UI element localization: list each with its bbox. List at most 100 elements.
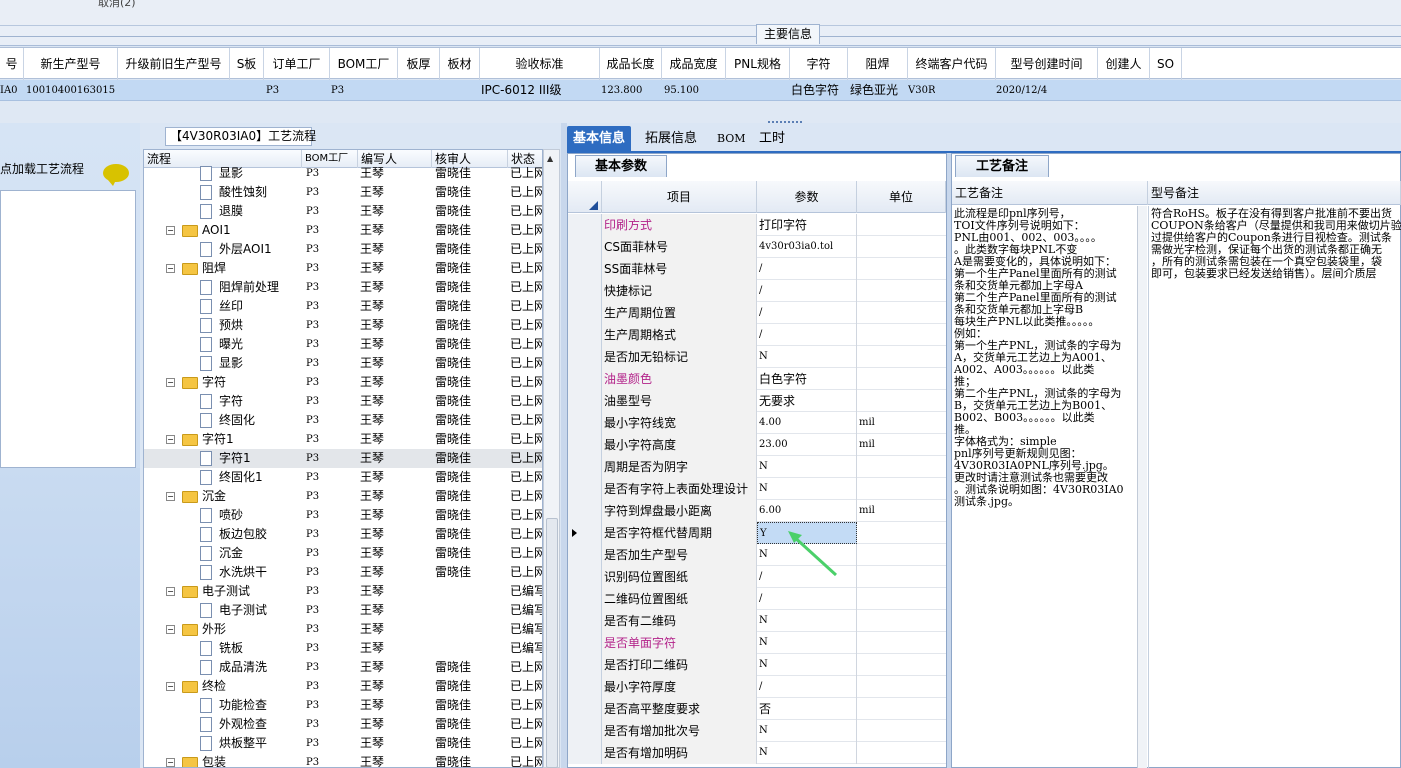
flow-row[interactable]: 铣板 P3 王琴 已编写 — [144, 639, 542, 658]
param-row[interactable]: 是否加生产型号 N — [568, 544, 946, 566]
row-selector[interactable] — [568, 302, 602, 324]
cancel-label[interactable]: 取消(2) — [98, 0, 136, 10]
main-col-header[interactable]: S板 — [230, 48, 264, 80]
main-info-grid-row[interactable]: IA0 10010400163015 P3 P3 IPC-6012 III级 123.80… — [0, 80, 1401, 101]
flow-row[interactable]: − 电子测试 P3 王琴 已编写 — [144, 582, 542, 601]
collapse-icon[interactable]: − — [166, 587, 175, 596]
param-value[interactable]: 打印字符 — [757, 214, 857, 236]
param-value[interactable]: / — [757, 280, 857, 302]
param-row[interactable]: 是否有字符上表面处理设计 N — [568, 478, 946, 500]
main-col-header[interactable]: 型号创建时间 — [996, 48, 1098, 80]
param-value[interactable]: / — [757, 588, 857, 610]
flow-row[interactable]: − 字符1 P3 王琴 雷晓佳 已上网 — [144, 430, 542, 449]
param-row[interactable]: 二维码位置图纸 / — [568, 588, 946, 610]
param-row[interactable]: 是否有增加明码 N — [568, 742, 946, 764]
param-value[interactable]: / — [757, 258, 857, 280]
notes-col-header[interactable]: 工艺备注 — [952, 181, 1148, 205]
flow-scrollbar[interactable]: ▲ — [543, 149, 560, 768]
param-value[interactable]: 无要求 — [757, 390, 857, 412]
param-row[interactable]: 识别码位置图纸 / — [568, 566, 946, 588]
param-row[interactable]: 快捷标记 / — [568, 280, 946, 302]
param-row[interactable]: CS面菲林号 4v30r03ia0.tol — [568, 236, 946, 258]
main-col-header[interactable]: 新生产型号 — [24, 48, 118, 80]
main-col-header[interactable]: 成品长度 — [600, 48, 662, 80]
left-list-area[interactable] — [0, 190, 136, 468]
param-value[interactable]: / — [757, 302, 857, 324]
main-col-header[interactable]: 板材 — [440, 48, 480, 80]
flow-row[interactable]: 字符1 P3 王琴 雷晓佳 已上网 — [144, 449, 542, 468]
row-selector[interactable] — [568, 654, 602, 676]
row-selector[interactable] — [568, 346, 602, 368]
flow-row[interactable]: 阻焊前处理 P3 王琴 雷晓佳 已上网 — [144, 278, 542, 297]
scroll-thumb[interactable] — [546, 518, 558, 768]
param-row[interactable]: 周期是否为阴字 N — [568, 456, 946, 478]
process-flow-tree-grid[interactable]: 流程 BOM工厂 编写人 核审人 状态 显影 P3 王琴 雷晓佳 已上网 酸性蚀刻 P3 王琴 雷晓佳已… — [143, 149, 543, 768]
main-col-header[interactable]: 板厚 — [398, 48, 440, 80]
tab-3[interactable]: 工时 — [753, 126, 791, 152]
tab-1[interactable]: 拓展信息 — [639, 126, 703, 152]
param-row[interactable]: 是否字符框代替周期 Y — [568, 522, 946, 544]
param-row[interactable]: 是否高平整度要求否 — [568, 698, 946, 720]
param-value[interactable]: / — [757, 324, 857, 346]
row-selector[interactable] — [568, 214, 602, 236]
param-value[interactable]: 4.00 — [757, 412, 857, 434]
param-col-header[interactable]: 项目 — [602, 181, 757, 213]
param-value[interactable]: 6.00 — [757, 500, 857, 522]
param-row[interactable]: 是否打印二维码 N — [568, 654, 946, 676]
param-row[interactable]: 最小字符厚度 / — [568, 676, 946, 698]
row-selector[interactable] — [568, 610, 602, 632]
main-col-header[interactable]: 号 — [0, 48, 24, 80]
param-value[interactable]: 23.00 — [757, 434, 857, 456]
param-value[interactable]: N — [757, 478, 857, 500]
flow-row[interactable]: − AOI1 P3 王琴 雷晓佳 已上网 — [144, 221, 542, 240]
flow-row[interactable]: − 外形 P3 王琴 已编写 — [144, 620, 542, 639]
param-row[interactable]: 是否有二维码 N — [568, 610, 946, 632]
param-value[interactable]: N — [757, 610, 857, 632]
main-col-header[interactable]: 成品宽度 — [662, 48, 726, 80]
row-selector[interactable] — [568, 478, 602, 500]
notes-col-header[interactable]: 型号备注 — [1148, 181, 1401, 205]
param-row[interactable]: 印刷方式 打印字符 — [568, 214, 946, 236]
collapse-icon[interactable]: − — [166, 492, 175, 501]
row-selector[interactable] — [568, 456, 602, 478]
flow-row[interactable]: 成品清洗 P3 王琴 雷晓佳 已上网 — [144, 658, 542, 677]
flow-row[interactable]: 电子测试 P3 王琴 已编写 — [144, 601, 542, 620]
main-col-header[interactable]: BOM工厂 — [330, 48, 398, 80]
notes-scrollbar[interactable] — [1137, 206, 1147, 768]
main-col-header[interactable]: 验收标准 — [480, 48, 600, 80]
collapse-icon[interactable]: − — [166, 435, 175, 444]
collapse-icon[interactable]: − — [166, 264, 175, 273]
param-row[interactable]: SS面菲林号 / — [568, 258, 946, 280]
row-selector[interactable] — [568, 412, 602, 434]
row-selector[interactable] — [568, 544, 602, 566]
main-col-header[interactable]: 创建人 — [1098, 48, 1150, 80]
grid-corner-icon[interactable] — [568, 181, 602, 213]
row-selector[interactable] — [568, 588, 602, 610]
main-col-header[interactable]: 字符 — [790, 48, 848, 80]
flow-row[interactable]: 水洗烘干 P3 王琴 雷晓佳 已上网 — [144, 563, 542, 582]
param-row[interactable]: 最小字符线宽 4.00 mil — [568, 412, 946, 434]
param-value[interactable]: 否 — [757, 698, 857, 720]
flow-row[interactable]: 沉金 P3 王琴 雷晓佳 已上网 — [144, 544, 542, 563]
load-process-flow-link[interactable]: 点加载工艺流程 — [0, 160, 84, 177]
flow-row[interactable]: 预烘 P3 王琴 雷晓佳 已上网 — [144, 316, 542, 335]
flow-row[interactable]: 曝光 P3 王琴 雷晓佳 已上网 — [144, 335, 542, 354]
param-row[interactable]: 是否单面字符 N — [568, 632, 946, 654]
row-selector[interactable] — [568, 280, 602, 302]
main-col-header[interactable]: 终端客户代码 — [908, 48, 996, 80]
row-selector[interactable] — [568, 368, 602, 390]
row-selector[interactable] — [568, 324, 602, 346]
main-col-header[interactable]: 升级前旧生产型号 — [118, 48, 230, 80]
flow-row[interactable]: 功能检查 P3 王琴 雷晓佳 已上网 — [144, 696, 542, 715]
basic-params-title[interactable]: 基本参数 — [575, 155, 667, 177]
row-selector[interactable] — [568, 742, 602, 764]
flow-row[interactable]: 终固化1 P3 王琴 雷晓佳 已上网 — [144, 468, 542, 487]
process-notes-title[interactable]: 工艺备注 — [955, 155, 1049, 177]
param-value[interactable]: 4v30r03ia0.tol — [757, 236, 857, 258]
flow-row[interactable]: 喷砂 P3 王琴 雷晓佳 已上网 — [144, 506, 542, 525]
param-row[interactable]: 字符到焊盘最小距离 6.00 mil — [568, 500, 946, 522]
param-value[interactable]: N — [757, 632, 857, 654]
flow-row[interactable]: 丝印 P3 王琴 雷晓佳 已上网 — [144, 297, 542, 316]
row-selector[interactable] — [568, 566, 602, 588]
param-col-header[interactable]: 参数 — [757, 181, 857, 213]
